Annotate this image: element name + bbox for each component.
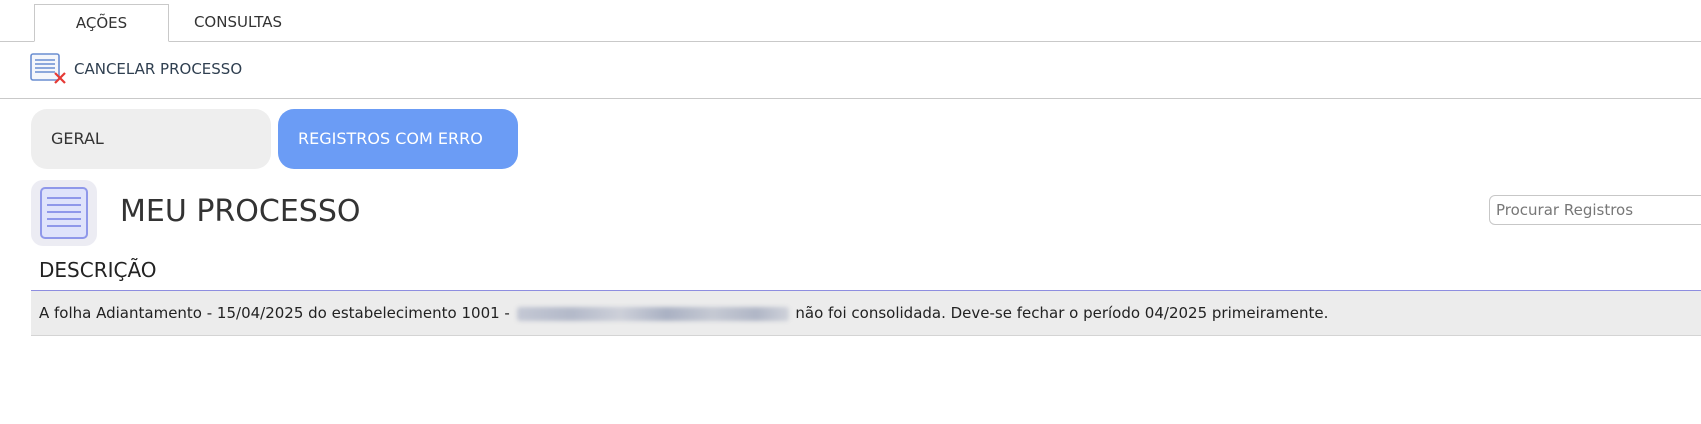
row-text-start: A folha Adiantamento - 15/04/2025 do est… [39,304,515,322]
document-list-icon [31,180,97,246]
row-text-end: não foi consolidada. Deve-se fechar o pe… [790,304,1329,322]
table-row[interactable]: A folha Adiantamento - 15/04/2025 do est… [31,291,1701,336]
tab-acoes[interactable]: AÇÕES [34,4,169,42]
action-toolbar: CANCELAR PROCESSO [0,42,1701,99]
cancel-process-label: CANCELAR PROCESSO [74,60,243,78]
tab-consultas[interactable]: CONSULTAS [178,4,298,40]
segment-geral[interactable]: GERAL [31,109,271,169]
cancel-process-button[interactable]: CANCELAR PROCESSO [30,52,242,86]
segment-registros-com-erro[interactable]: REGISTROS COM ERRO [278,109,518,169]
redacted-text [516,306,789,321]
document-cancel-icon [30,52,70,86]
page-title: MEU PROCESSO [120,194,361,229]
column-header-descricao: DESCRIÇÃO [39,258,157,282]
tab-bar: AÇÕES CONSULTAS [0,0,1701,42]
search-input[interactable] [1489,195,1701,225]
